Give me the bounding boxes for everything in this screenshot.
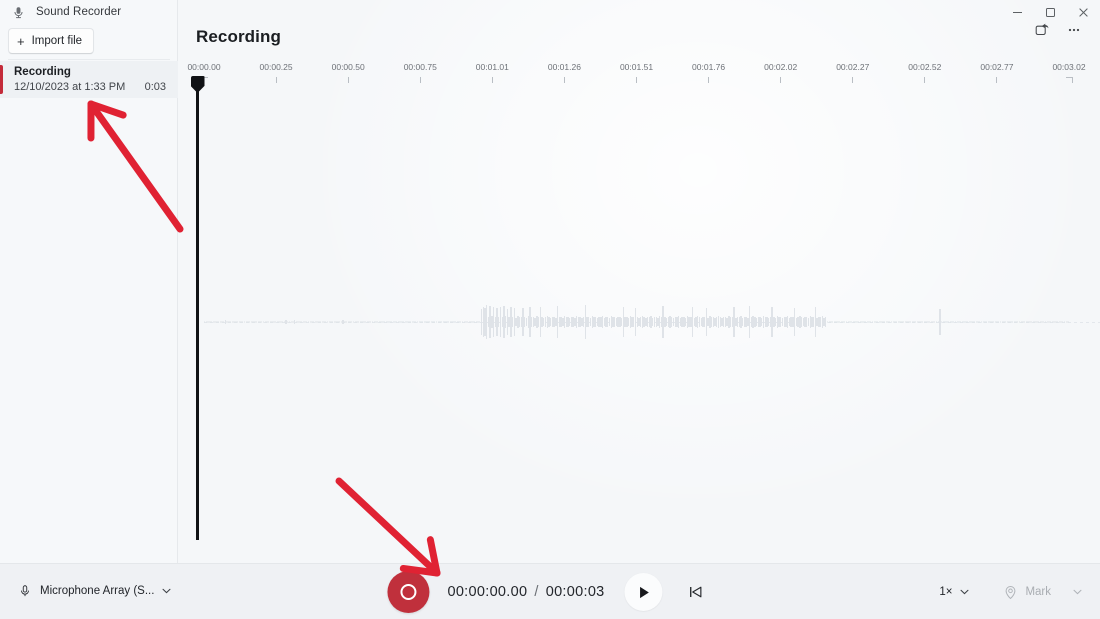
ruler-tick: 00:02.77 (962, 62, 1032, 83)
selection-accent-bar (0, 65, 3, 94)
ruler-tick: 00:02.02 (746, 62, 816, 83)
page-title: Recording (196, 27, 281, 46)
chevron-glyph (960, 589, 969, 594)
recording-date: 12/10/2023 at 1:33 PM (14, 81, 126, 93)
microphone-label: Microphone Array (S... (40, 585, 155, 597)
ruler-tick-mark (1065, 77, 1073, 83)
import-row: + Import file (0, 24, 178, 58)
recordings-list: Recording 12/10/2023 at 1:33 PM 0:03 (0, 61, 178, 98)
main-header: Recording (178, 20, 1100, 54)
ruler-tick: 00:01.26 (529, 62, 599, 83)
maximize-icon (1046, 7, 1055, 17)
skip-to-start-button[interactable] (679, 575, 713, 609)
waveform-bars (178, 84, 1100, 563)
ruler-tick-label: 00:00.75 (403, 62, 437, 72)
ruler-tick-mark (780, 77, 782, 83)
sound-recorder-window: + Import file Recording 12/10/2023 at 1:… (0, 0, 1100, 619)
ruler-tick-label: 00:01.51 (619, 62, 654, 72)
chevron-glyph (162, 588, 171, 593)
microphone-selector[interactable]: Microphone Array (S... (12, 575, 177, 607)
ruler-tick-mark (924, 77, 926, 83)
time-separator: / (534, 584, 539, 600)
current-time: 00:00:00.00 (447, 584, 528, 600)
ruler-tick-mark (491, 77, 493, 83)
ruler-tick: 00:00.75 (385, 62, 455, 83)
ruler-tick-mark (419, 77, 421, 83)
ruler-tick-mark (275, 77, 277, 83)
transport-controls: 00:00:00.00 / 00:00:03 (387, 564, 712, 619)
import-file-button[interactable]: + Import file (8, 28, 95, 54)
transport-right-controls: 1× Mark (932, 564, 1090, 619)
mark-label: Mark (1025, 586, 1051, 598)
ruler-tick: 00:02.27 (818, 62, 888, 83)
ruler-tick: 00:01.76 (674, 62, 744, 83)
sidebar-divider (8, 59, 170, 60)
title-bar-left: Sound Recorder (0, 0, 121, 24)
recording-duration: 0:03 (144, 81, 166, 93)
ruler-tick-label: 00:02.77 (980, 62, 1014, 72)
playback-speed-selector[interactable]: 1× (932, 577, 976, 607)
microphone-icon (21, 585, 29, 597)
ruler-tick: 00:00.25 (241, 62, 311, 83)
ruler-tick: 00:00.50 (313, 62, 383, 83)
ruler-tick-label: 00:01.76 (692, 62, 726, 72)
ruler-tick-label: 00:00.00 (187, 62, 221, 72)
ruler-tick-mark (996, 77, 998, 83)
record-button[interactable] (387, 571, 430, 613)
ruler-tick-label: 00:01.01 (475, 62, 509, 72)
ruler-tick-label: 00:02.27 (836, 62, 870, 72)
share-icon (1035, 23, 1049, 36)
playhead[interactable] (190, 76, 205, 540)
ruler-tick-label: 00:00.25 (259, 62, 293, 72)
skip-back-icon (690, 586, 702, 598)
ruler-tick-label: 00:00.50 (331, 62, 365, 72)
close-icon (1079, 7, 1088, 17)
transport-bar: Microphone Array (S... 00:00:00.00 / 00:… (0, 563, 1100, 619)
title-bar: Sound Recorder (0, 0, 1100, 24)
sidebar: + Import file Recording 12/10/2023 at 1:… (0, 0, 178, 619)
recording-meta: 12/10/2023 at 1:33 PM 0:03 (14, 81, 166, 94)
minimize-icon (1013, 11, 1022, 13)
ruler-tick-mark (708, 77, 710, 83)
close-button[interactable] (1067, 0, 1100, 24)
location-pin-icon (1006, 585, 1016, 599)
mark-options-chevron[interactable] (1064, 577, 1090, 607)
ruler-tick: 00:01.01 (457, 62, 527, 83)
play-icon (639, 586, 649, 598)
total-time: 00:00:03 (545, 584, 605, 600)
microphone-icon (10, 4, 26, 20)
playback-speed-label: 1× (939, 586, 953, 598)
play-button[interactable] (624, 573, 663, 611)
ruler-tick-mark (347, 77, 349, 83)
ruler-tick-mark (852, 77, 854, 83)
ellipsis-icon (1068, 28, 1080, 32)
waveform-area[interactable] (178, 76, 1100, 563)
main-content: Recording 00:00.00 00:00.25 00:00.50 00:… (178, 0, 1100, 619)
ruler-tick-mark (563, 77, 565, 83)
maximize-button[interactable] (1034, 0, 1067, 24)
record-icon (400, 584, 417, 600)
microphone-glyph (13, 6, 23, 18)
plus-icon: + (17, 33, 25, 49)
minimize-button[interactable] (1001, 0, 1034, 24)
ruler-tick-label: 00:01.26 (547, 62, 581, 72)
chevron-down-icon (1072, 589, 1082, 595)
ruler-tick: 00:03.02 (1034, 62, 1100, 83)
ruler-tick: 00:01.51 (602, 62, 672, 83)
ruler-tick-label: 00:02.02 (764, 62, 798, 72)
ruler-tick-mark (636, 77, 637, 83)
recording-name: Recording (14, 66, 71, 78)
import-file-label: Import file (31, 35, 83, 47)
window-controls (1001, 0, 1100, 24)
recording-list-item[interactable]: Recording 12/10/2023 at 1:33 PM 0:03 (0, 61, 178, 98)
app-title: Sound Recorder (36, 6, 122, 18)
time-display: 00:00:00.00 / 00:00:03 (447, 584, 604, 600)
ruler-tick-label: 00:02.52 (908, 62, 942, 72)
ruler-tick: 00:02.52 (890, 62, 960, 83)
chevron-down-icon (162, 587, 171, 596)
add-mark-button[interactable]: Mark (994, 577, 1060, 607)
chevron-down-icon (960, 588, 969, 597)
waveform-bar (1067, 321, 1069, 323)
ruler-tick-label: 00:03.02 (1052, 62, 1086, 72)
